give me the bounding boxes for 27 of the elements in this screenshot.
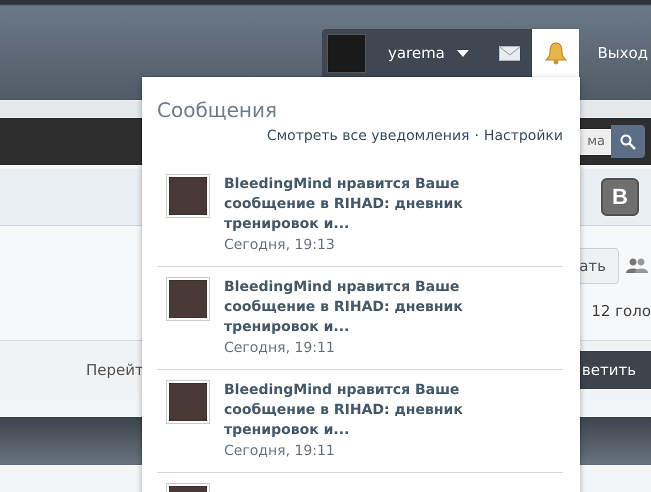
notification-time: Сегодня, 19:11	[224, 442, 336, 461]
popup-title: Сообщения	[157, 98, 278, 122]
logout-link[interactable]: Выход	[579, 29, 651, 77]
avatar-photo	[166, 380, 210, 424]
notification-time: Сегодня, 19:13	[224, 236, 336, 255]
votes-count: 12 голо	[591, 302, 651, 320]
avatar-photo	[327, 34, 366, 72]
people-icon	[625, 258, 649, 274]
notifications-tab[interactable]	[532, 29, 580, 77]
search-button[interactable]	[611, 125, 645, 158]
notification-time: Сегодня, 19:11	[224, 339, 336, 358]
envelope-icon[interactable]	[498, 46, 520, 60]
popup-link[interactable]: Настройки	[484, 128, 563, 144]
avatar-photo	[166, 174, 210, 218]
username[interactable]: yarema	[388, 44, 445, 62]
jump-link[interactable]: Перейт	[86, 361, 144, 379]
avatar-photo	[166, 277, 210, 321]
notification-text[interactable]: BleedingMind нравится Ваше сообщение в RIHAD: дневник тренировок и...	[224, 277, 499, 337]
user-menu[interactable]: yarema	[322, 29, 532, 77]
popup-link[interactable]: Смотреть все уведомления	[266, 128, 470, 144]
bell-icon	[544, 41, 567, 65]
separator: ·	[474, 128, 479, 144]
share-button[interactable]: B	[601, 178, 639, 216]
notification-text[interactable]: BleedingMind нравится Ваше сообщение в RIHAD: дневник тренировок и...	[224, 380, 499, 440]
search-icon	[620, 134, 636, 150]
notification-text[interactable]: BleedingMind нравится Ваше сообщение в RIHAD: дневник тренировок и...	[224, 174, 499, 234]
caret-icon	[456, 50, 469, 56]
